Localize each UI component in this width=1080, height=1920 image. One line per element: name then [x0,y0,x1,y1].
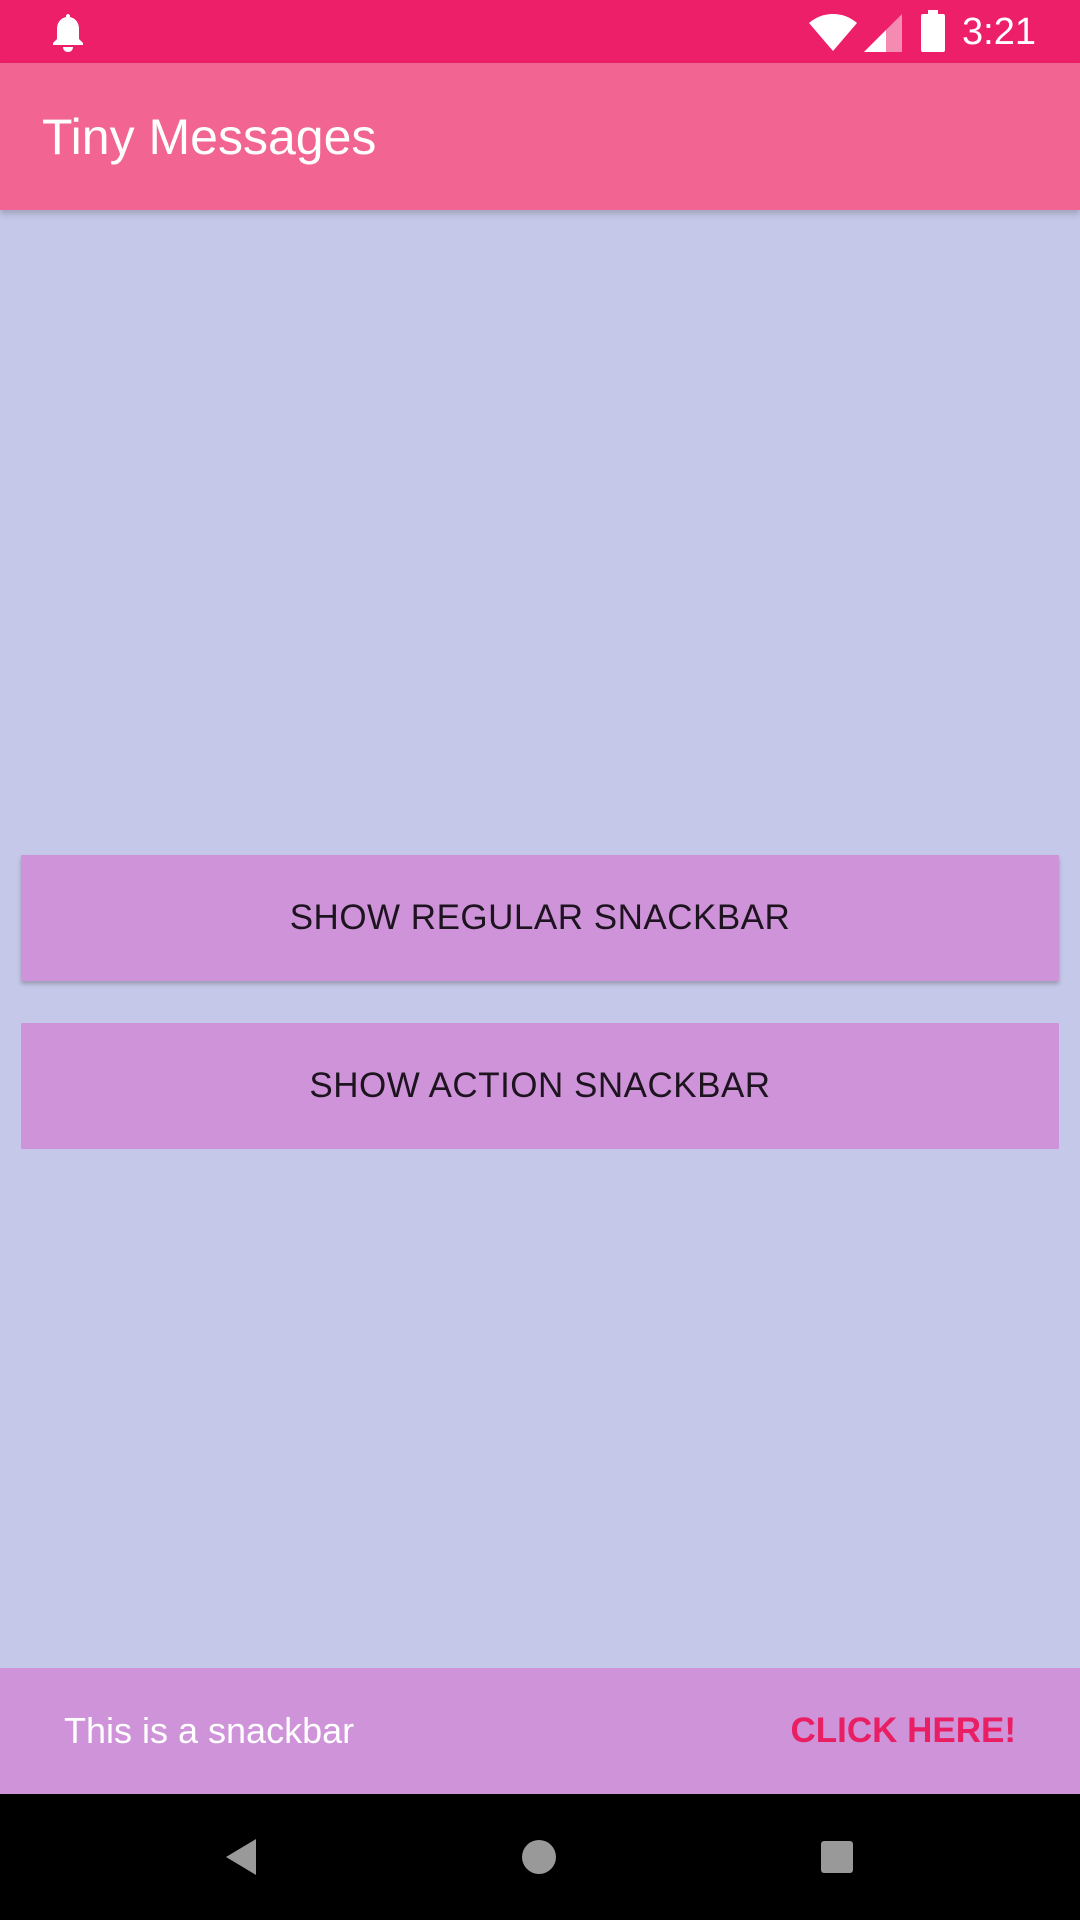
wifi-icon [809,14,857,51]
app-bar: Tiny Messages [0,63,1080,210]
snackbar-action-button[interactable]: CLICK HERE! [790,1706,1016,1756]
recents-icon[interactable] [804,1824,870,1890]
status-time: 3:21 [962,11,1036,53]
notification-bell-icon [53,14,83,52]
status-bar: 3:21 [0,0,1080,63]
snackbar-message: This is a snackbar [64,1710,355,1751]
show-action-snackbar-button[interactable]: SHOW ACTION SNACKBAR [21,1023,1059,1149]
navigation-bar [0,1794,1080,1920]
show-regular-snackbar-button[interactable]: SHOW REGULAR SNACKBAR [21,855,1059,981]
snackbar: This is a snackbar CLICK HERE! [0,1668,1080,1794]
home-icon[interactable] [506,1824,572,1890]
cell-signal-icon [864,14,902,52]
app-title: Tiny Messages [42,109,377,165]
app-screen: 3:21 Tiny Messages SHOW REGULAR SNACKBAR… [0,0,1080,1920]
battery-icon [921,10,945,52]
back-icon[interactable] [208,1824,274,1890]
